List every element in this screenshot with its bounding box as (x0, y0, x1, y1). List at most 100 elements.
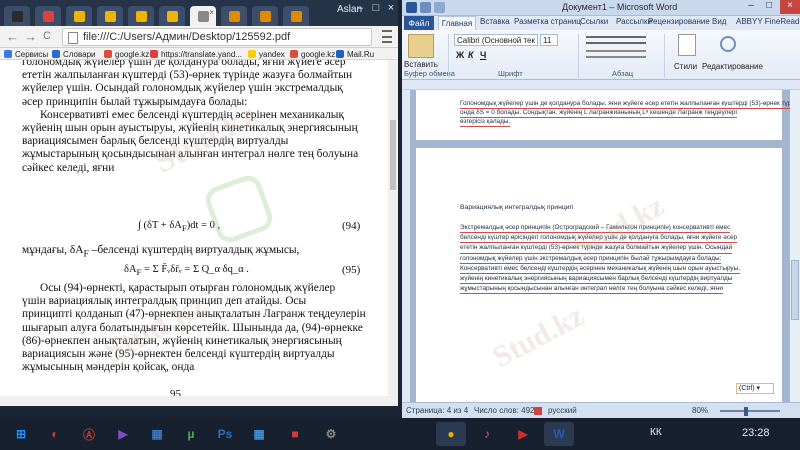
document-page-2[interactable]: Вариациялық интегралдық принцип (Ctrl) ▾… (416, 148, 782, 402)
word-scroll-thumb[interactable] (791, 260, 799, 320)
bookmark-item[interactable]: https://translate.yand... (150, 48, 242, 60)
browser-tab[interactable] (66, 6, 92, 26)
bookmark-icon (52, 50, 60, 58)
font-size-combo[interactable]: 11 (540, 34, 558, 46)
pdf-text-line: шығарып алуға болатындығын көрсетейік. Ш… (22, 321, 363, 334)
bookmark-item[interactable]: Mail.Ru (336, 48, 374, 60)
taskbar-app-icon[interactable]: ⊞ (6, 422, 36, 446)
taskbar-app-icon[interactable]: ● (436, 422, 466, 446)
list-icon[interactable] (586, 50, 646, 58)
styles-button[interactable]: Стили (674, 62, 697, 71)
word-close-button[interactable]: × (780, 0, 800, 14)
browser-tab[interactable] (283, 6, 309, 26)
browser-tab[interactable] (221, 6, 247, 26)
italic-button[interactable]: К (468, 50, 474, 60)
taskbar-app-icon[interactable]: ▦ (142, 422, 172, 446)
underline-button[interactable]: Ч (480, 50, 486, 60)
zoom-slider[interactable] (720, 410, 780, 412)
ribbon-tab[interactable]: Рецензирование (648, 17, 710, 26)
word-title-bar: Документ1 – Microsoft Word – □ × (402, 0, 800, 16)
document-page-1[interactable]: Голономдық жүйелер үшін де қолданура бол… (416, 90, 790, 140)
taskbar-app-icon[interactable]: Ps (210, 422, 240, 446)
styles-icon[interactable] (678, 34, 696, 56)
find-icon[interactable] (720, 36, 736, 52)
status-words[interactable]: Число слов: 492 (474, 406, 534, 415)
chrome-close-button[interactable]: × (384, 2, 398, 14)
zoom-slider-thumb[interactable] (744, 407, 748, 416)
reload-icon[interactable]: C (43, 30, 51, 42)
input-language[interactable]: КК (650, 427, 662, 438)
bold-button[interactable]: Ж (456, 50, 464, 60)
pdf-text-line: ететін жалпыланған күштерді (53)-өрнек т… (22, 69, 353, 82)
chrome-maximize-button[interactable]: □ (369, 2, 383, 14)
taskbar-app-icon[interactable]: ▦ (244, 422, 274, 446)
forward-icon[interactable]: → (24, 29, 37, 44)
bookmark-item[interactable]: yandex (248, 48, 285, 60)
menu-icon[interactable] (382, 30, 392, 43)
word-minimize-button[interactable]: – (742, 0, 760, 14)
browser-tab[interactable] (97, 6, 123, 26)
spellcheck-icon[interactable] (534, 407, 542, 415)
zoom-level[interactable]: 80% (692, 406, 708, 415)
document-line: голономдық жүйелер үшін экстремалдық әсе… (460, 255, 722, 264)
ribbon-tab[interactable]: Рассылки (616, 17, 652, 26)
browser-tab[interactable] (159, 6, 185, 26)
status-page[interactable]: Страница: 4 из 4 (406, 406, 468, 415)
browser-tab[interactable]: × (190, 6, 216, 26)
pdf-page: голономдық жүйелер үшін де қолданура бол… (0, 60, 388, 406)
system-clock[interactable]: 23:28 (742, 427, 770, 439)
bookmark-label: google.kz (301, 49, 336, 59)
pdf-scroll-thumb[interactable] (390, 120, 396, 190)
ribbon-tab[interactable]: Ссылки (580, 17, 608, 26)
paste-options-badge[interactable]: (Ctrl) ▾ (736, 383, 774, 394)
browser-tab[interactable] (35, 6, 61, 26)
horizontal-ruler[interactable] (402, 80, 800, 90)
document-area[interactable]: Голономдық жүйелер үшін де қолданура бол… (410, 90, 790, 402)
pdf-text-line: сәйкес келеді, яғни (22, 161, 115, 174)
status-language[interactable]: русский (548, 406, 577, 415)
paste-button[interactable]: Вставить (404, 60, 438, 69)
ribbon-tab[interactable]: Вставка (480, 17, 510, 26)
taskbar-app-icon[interactable]: ◐ (40, 422, 70, 446)
document-line: өзгерісіз қалады. (460, 118, 511, 128)
taskbar-app-icon[interactable]: ▶ (108, 422, 138, 446)
ribbon-tab[interactable]: ABBYY FineReader (736, 17, 800, 26)
editing-button[interactable]: Редактирование (702, 62, 763, 71)
ribbon-home: Вставить Буфер обмена Calibri (Основной … (402, 30, 800, 80)
url-input[interactable]: file:///C:/Users/Админ/Desktop/125592.pd… (62, 28, 372, 46)
horizontal-scrollbar[interactable] (0, 396, 388, 406)
tab-home[interactable]: Главная (438, 16, 476, 30)
taskbar-app-icon[interactable]: W (544, 422, 574, 446)
taskbar-app-icon[interactable]: ♪ (472, 422, 502, 446)
tab-close-icon[interactable]: × (209, 8, 214, 17)
taskbar-app-icon[interactable]: ■ (280, 422, 310, 446)
taskbar-app-icon[interactable]: ▶ (508, 422, 538, 446)
browser-tab[interactable] (252, 6, 278, 26)
bookmark-item[interactable]: google.kz (104, 48, 149, 60)
ribbon-tab[interactable]: Вид (712, 17, 726, 26)
bookmark-icon (248, 50, 256, 58)
bookmark-item[interactable]: google.kz (290, 48, 335, 60)
word-scrollbar[interactable] (790, 90, 800, 402)
taskbar-app-icon[interactable]: ⚙ (316, 422, 346, 446)
undo-icon[interactable] (434, 2, 445, 13)
tab-favicon-icon (73, 10, 85, 22)
align-icon[interactable] (586, 36, 646, 44)
word-maximize-button[interactable]: □ (760, 0, 778, 14)
taskbar-app-icon[interactable]: µ (176, 422, 206, 446)
vertical-ruler[interactable] (402, 90, 410, 402)
equation-95: δAF = Σ F̄ᵥδr̄ᵥ = Σ Q_α δq_α . (124, 264, 249, 278)
bookmark-item[interactable]: Сервисы (4, 48, 48, 60)
paste-icon[interactable] (408, 34, 434, 58)
taskbar-app-icon[interactable]: Ⓐ (74, 422, 104, 446)
save-icon[interactable] (420, 2, 431, 13)
font-name-combo[interactable]: Calibri (Основной тек (454, 34, 538, 46)
browser-tab[interactable] (128, 6, 154, 26)
back-icon[interactable]: ← (6, 29, 19, 44)
browser-tab[interactable] (4, 6, 30, 26)
pdf-scrollbar[interactable] (388, 60, 398, 406)
bookmark-item[interactable]: Словари (52, 48, 96, 60)
tab-file[interactable]: Файл (404, 16, 434, 30)
ribbon-tab[interactable]: Разметка страниц (514, 17, 581, 26)
chrome-minimize-button[interactable]: – (353, 2, 367, 14)
